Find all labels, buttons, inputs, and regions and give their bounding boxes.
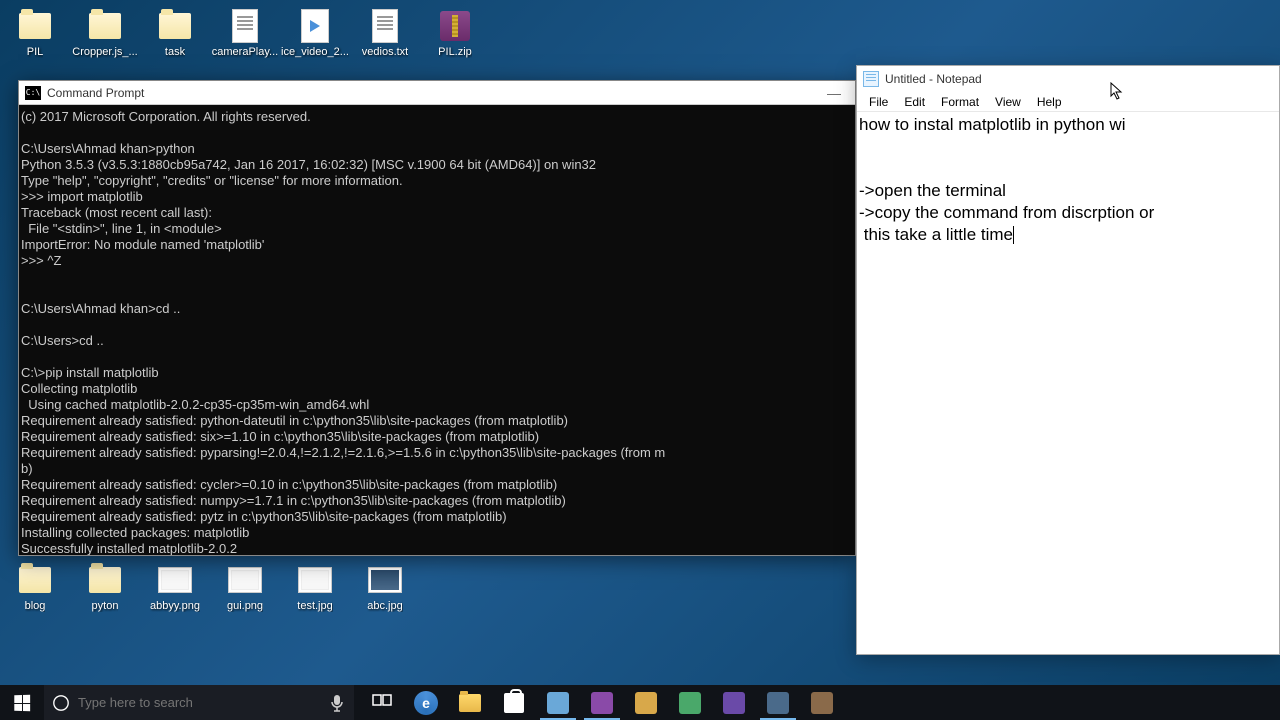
cmd-icon: C:\: [25, 86, 41, 100]
notepad-menu-format[interactable]: Format: [933, 93, 987, 111]
taskbar-file-explorer[interactable]: [448, 685, 492, 720]
taskbar-task-view[interactable]: [360, 685, 404, 720]
cmd-titlebar[interactable]: C:\ Command Prompt —: [19, 81, 855, 105]
file-explorer-icon: [459, 694, 481, 712]
desktop-icon-label: vedios.txt: [362, 46, 408, 58]
desktop-icon-label: pyton: [92, 600, 119, 612]
txt-icon: [232, 9, 258, 43]
desktop-icon-label: task: [165, 46, 185, 58]
img-white-icon: [158, 567, 192, 593]
taskbar-apps: e: [360, 685, 844, 720]
desktop-icon-cropper-js_-[interactable]: Cropper.js_...: [70, 8, 140, 68]
notepad-window[interactable]: Untitled - Notepad FileEditFormatViewHel…: [856, 65, 1280, 655]
folder-icon: [89, 567, 121, 593]
taskbar-settings-gear[interactable]: [800, 685, 844, 720]
desktop-icon-label: Cropper.js_...: [72, 46, 137, 58]
desktop-icon-abc-jpg[interactable]: abc.jpg: [350, 562, 420, 622]
desktop-icon-ice_video_2-[interactable]: ice_video_2...: [280, 8, 350, 68]
notepad-title-text: Untitled - Notepad: [885, 72, 982, 86]
search-input[interactable]: [78, 695, 320, 710]
taskbar-vs-task[interactable]: [580, 685, 624, 720]
store-icon: [504, 693, 524, 713]
img-white-icon: [298, 567, 332, 593]
notepad-icon: [863, 71, 879, 87]
desktop-icon-pil-zip[interactable]: PIL.zip: [420, 8, 490, 68]
taskbar: e: [0, 685, 1280, 720]
desktop-icon-label: abbyy.png: [150, 600, 200, 612]
img-dark-icon: [368, 567, 402, 593]
taskbar-ps-task[interactable]: [712, 685, 756, 720]
vid-icon: [301, 9, 329, 43]
taskbar-store[interactable]: [492, 685, 536, 720]
mic-icon[interactable]: [320, 694, 354, 712]
desktop-icon-label: cameraPlay...: [212, 46, 278, 58]
zip-icon: [440, 11, 470, 41]
windows-logo-icon: [14, 694, 30, 710]
cmd-output[interactable]: (c) 2017 Microsoft Corporation. All righ…: [19, 105, 855, 555]
start-button[interactable]: [0, 685, 44, 720]
ps-task-icon: [723, 692, 745, 714]
chrome-icon: [679, 692, 701, 714]
desktop-icon-label: gui.png: [227, 600, 263, 612]
desktop-icon-label: blog: [25, 600, 46, 612]
desktop-icon-label: ice_video_2...: [281, 46, 349, 58]
desktop-icon-gui-png[interactable]: gui.png: [210, 562, 280, 622]
notepad-menu-edit[interactable]: Edit: [896, 93, 933, 111]
notepad-menu-view[interactable]: View: [987, 93, 1029, 111]
edge-icon: e: [414, 691, 438, 715]
desktop-icon-cameraplay-[interactable]: cameraPlay...: [210, 8, 280, 68]
taskbar-app-diamond[interactable]: [624, 685, 668, 720]
app-diamond-icon: [635, 692, 657, 714]
desktop-icon-label: PIL: [27, 46, 44, 58]
taskbar-cmd-task[interactable]: [756, 685, 800, 720]
notepad-menu-help[interactable]: Help: [1029, 93, 1070, 111]
folder-icon: [159, 13, 191, 39]
desktop-icon-label: test.jpg: [297, 600, 332, 612]
folder-icon: [89, 13, 121, 39]
notepad-caret: [1013, 226, 1014, 244]
cortana-circle-icon: [44, 694, 78, 712]
cmd-title-text: Command Prompt: [47, 86, 144, 100]
notepad-menubar: FileEditFormatViewHelp: [857, 92, 1279, 112]
desktop-icon-test-jpg[interactable]: test.jpg: [280, 562, 350, 622]
taskbar-chrome[interactable]: [668, 685, 712, 720]
taskbar-search[interactable]: [44, 685, 354, 720]
taskbar-edge[interactable]: e: [404, 685, 448, 720]
desktop-icon-vedios-txt[interactable]: vedios.txt: [350, 8, 420, 68]
notepad-titlebar[interactable]: Untitled - Notepad: [857, 66, 1279, 92]
desktop-icon-blog[interactable]: blog: [0, 562, 70, 622]
vs-task-icon: [591, 692, 613, 714]
desktop-icon-task[interactable]: task: [140, 8, 210, 68]
img-white-icon: [228, 567, 262, 593]
taskbar-notepad-task[interactable]: [536, 685, 580, 720]
task-view-icon: [372, 692, 392, 713]
cmd-minimize-button[interactable]: —: [827, 85, 841, 101]
folder-icon: [19, 13, 51, 39]
notepad-text-area[interactable]: how to instal matplotlib in python wi ->…: [857, 112, 1279, 654]
desktop-icon-pyton[interactable]: pyton: [70, 562, 140, 622]
desktop-icon-label: PIL.zip: [438, 46, 472, 58]
settings-gear-icon: [811, 692, 833, 714]
desktop: PIL Cropper.js_... task cameraPlay...ice_vi…: [0, 0, 1280, 685]
notepad-menu-file[interactable]: File: [861, 93, 896, 111]
desktop-icon-row-bottom: blog pyton abbyy.png gui.png test.jpg abc.jpg: [0, 562, 420, 622]
desktop-icon-label: abc.jpg: [367, 600, 402, 612]
txt-icon: [372, 9, 398, 43]
folder-icon: [19, 567, 51, 593]
desktop-icon-pil[interactable]: PIL: [0, 8, 70, 68]
notepad-task-icon: [547, 692, 569, 714]
desktop-icon-abbyy-png[interactable]: abbyy.png: [140, 562, 210, 622]
desktop-icon-row-top: PIL Cropper.js_... task cameraPlay...ice_vi…: [0, 8, 490, 68]
cmd-task-icon: [767, 692, 789, 714]
command-prompt-window[interactable]: C:\ Command Prompt — (c) 2017 Microsoft …: [18, 80, 856, 556]
